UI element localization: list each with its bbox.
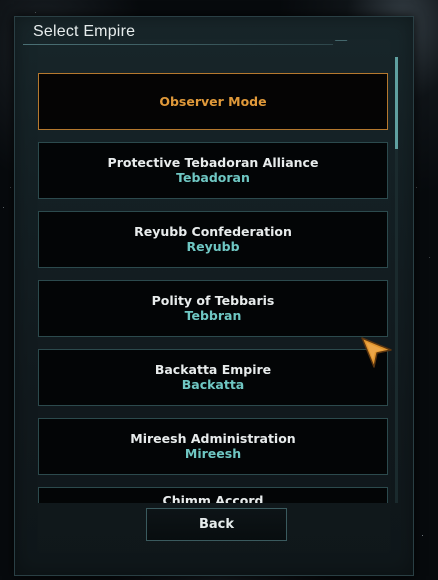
star — [429, 257, 430, 258]
empire-item[interactable]: Backatta Empire Backatta — [38, 349, 388, 406]
star — [416, 187, 417, 188]
star — [10, 187, 11, 188]
empire-name: Chimm Accord — [162, 493, 264, 503]
empire-item[interactable]: Protective Tebadoran Alliance Tebadoran — [38, 142, 388, 199]
empire-name: Backatta Empire — [154, 362, 272, 377]
title-underline — [23, 44, 333, 45]
empire-species: Mireesh — [184, 446, 242, 461]
title-underline-accent — [330, 40, 348, 46]
empire-item[interactable]: Polity of Tebbaris Tebbran — [38, 280, 388, 337]
select-empire-dialog: Select Empire Observer Mode Protective T… — [14, 16, 414, 576]
dialog-title: Select Empire — [33, 23, 136, 40]
empire-name: Reyubb Confederation — [134, 224, 292, 239]
empire-name: Mireesh Administration — [130, 431, 296, 446]
star — [35, 12, 36, 13]
star — [422, 535, 423, 536]
empire-name: Protective Tebadoran Alliance — [107, 155, 319, 170]
empire-species: Backatta — [181, 377, 245, 392]
empire-item-observer-mode[interactable]: Observer Mode — [38, 73, 388, 130]
empire-species: Reyubb — [186, 239, 240, 254]
back-button[interactable]: Back — [146, 508, 287, 541]
empire-item[interactable]: Chimm Accord — [38, 487, 388, 503]
empire-item[interactable]: Reyubb Confederation Reyubb — [38, 211, 388, 268]
dialog-title-bar: Select Empire — [15, 17, 348, 46]
scrollbar-thumb[interactable] — [395, 57, 398, 149]
star — [3, 207, 4, 208]
empire-name: Polity of Tebbaris — [151, 293, 275, 308]
empire-species: Tebbran — [184, 308, 242, 323]
empire-species: Tebadoran — [176, 170, 250, 185]
empire-name: Observer Mode — [159, 94, 267, 109]
empire-item[interactable]: Mireesh Administration Mireesh — [38, 418, 388, 475]
list-scrollbar[interactable] — [395, 57, 398, 503]
arrow-cursor-icon — [361, 337, 392, 368]
empire-list[interactable]: Observer Mode Protective Tebadoran Allia… — [38, 73, 390, 503]
